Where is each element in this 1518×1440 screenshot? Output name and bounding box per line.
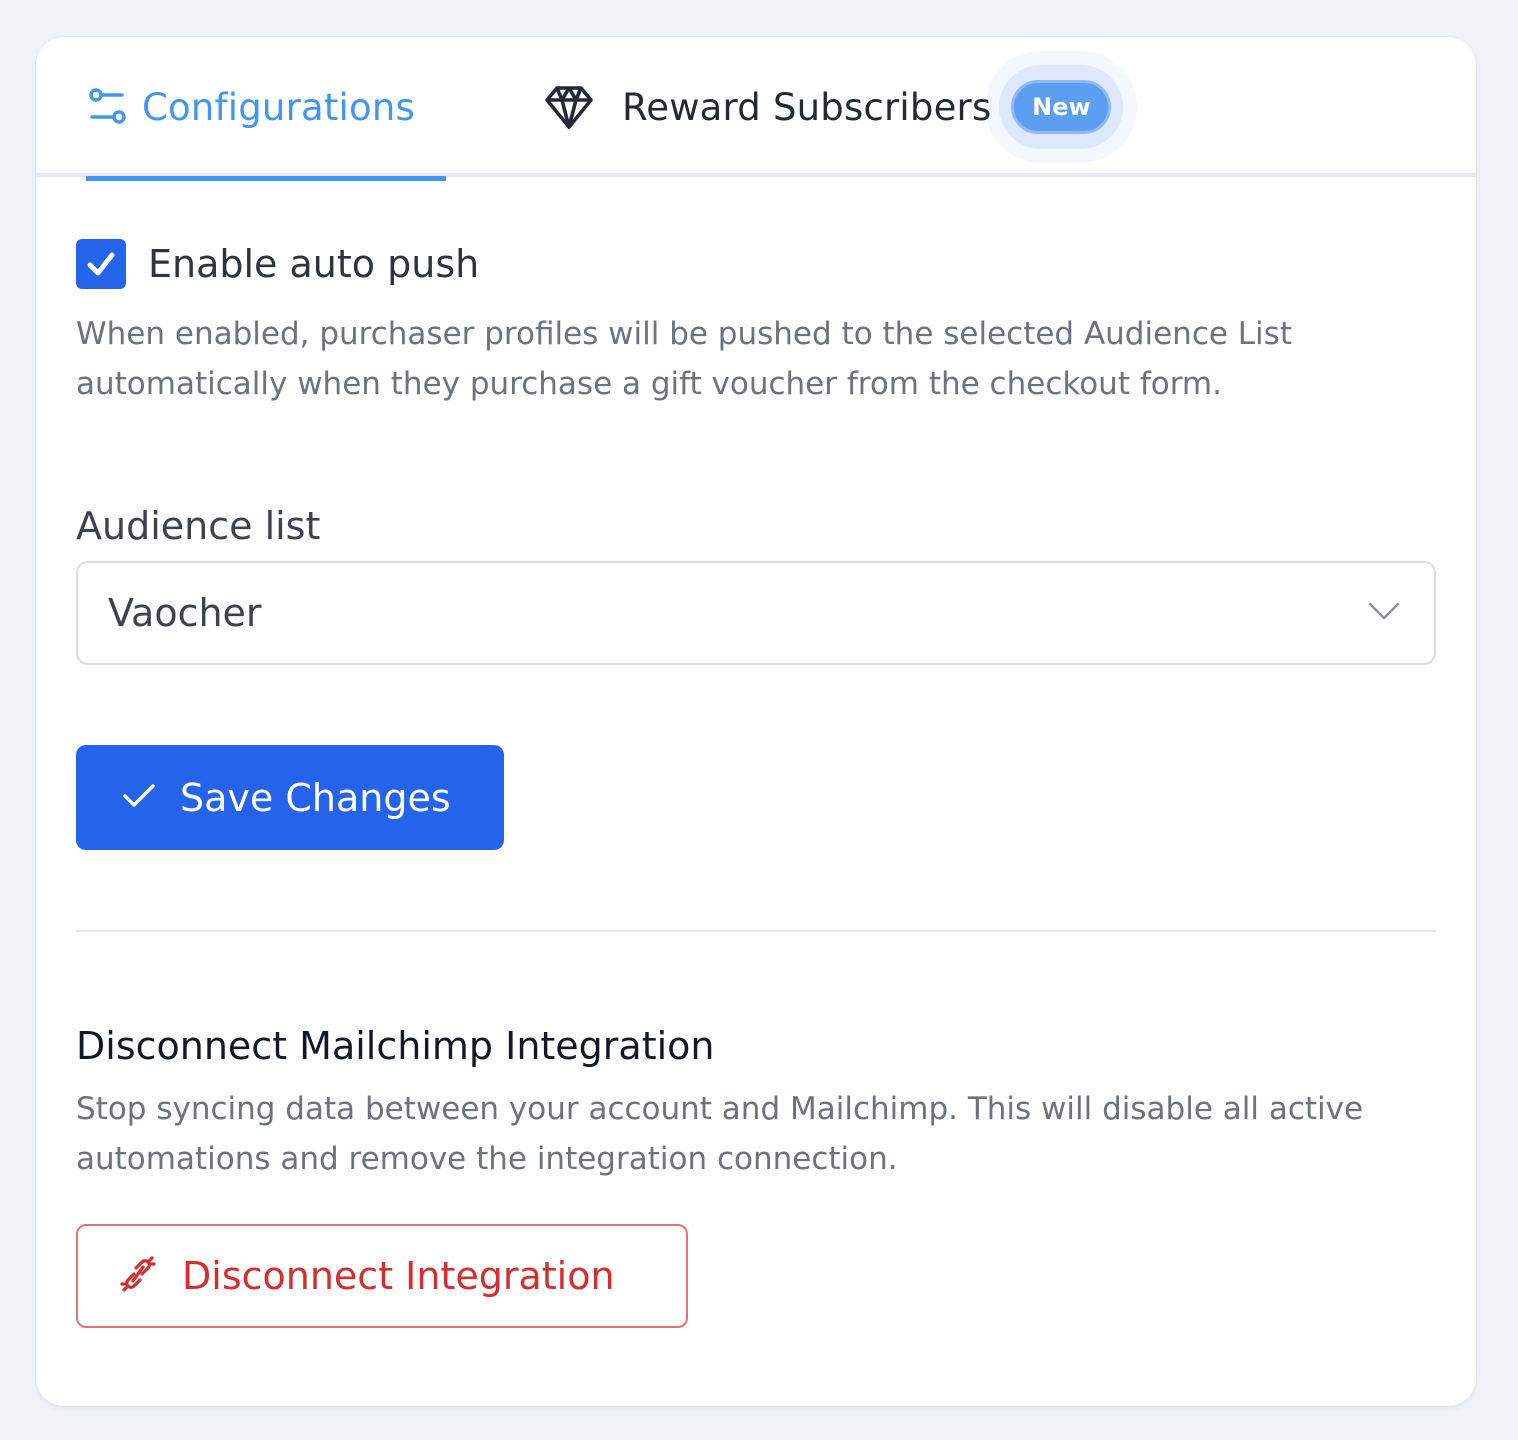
auto-push-checkbox[interactable] bbox=[76, 239, 126, 289]
sliders-icon bbox=[86, 85, 130, 129]
auto-push-label[interactable]: Enable auto push bbox=[148, 242, 479, 286]
section-divider bbox=[76, 930, 1436, 932]
save-changes-button[interactable]: Save Changes bbox=[76, 745, 504, 850]
audience-list-label: Audience list bbox=[76, 504, 321, 548]
disconnect-integration-button[interactable]: Disconnect Integration bbox=[76, 1224, 688, 1328]
active-tab-indicator bbox=[86, 176, 446, 181]
tab-reward-subscribers-label: Reward Subscribers bbox=[622, 85, 992, 129]
audience-list-select[interactable]: Vaocher bbox=[76, 561, 1436, 665]
disconnect-integration-label: Disconnect Integration bbox=[182, 1254, 615, 1298]
new-badge: New bbox=[1011, 80, 1112, 134]
checkmark-icon bbox=[87, 252, 115, 276]
tab-reward-subscribers[interactable]: Reward Subscribers New bbox=[544, 37, 1138, 177]
diamond-icon bbox=[544, 84, 594, 130]
disconnect-section-title: Disconnect Mailchimp Integration bbox=[76, 1024, 715, 1068]
chevron-down-icon bbox=[1368, 601, 1400, 625]
disconnect-section-description: Stop syncing data between your account a… bbox=[76, 1091, 1364, 1177]
tab-bar: Configurations Reward Subscribers New bbox=[36, 37, 1476, 181]
unlink-icon bbox=[118, 1254, 158, 1298]
new-badge-wrapper: New bbox=[985, 51, 1138, 163]
save-changes-label: Save Changes bbox=[180, 775, 451, 820]
check-icon bbox=[122, 782, 156, 814]
tab-configurations[interactable]: Configurations bbox=[86, 37, 446, 181]
integration-settings-card: Configurations Reward Subscribers New En… bbox=[36, 37, 1476, 1406]
auto-push-row: Enable auto push bbox=[76, 237, 1436, 291]
tab-configurations-label: Configurations bbox=[142, 85, 416, 129]
configuration-panel: Enable auto push When enabled, purchaser… bbox=[76, 237, 1436, 1328]
audience-list-value: Vaocher bbox=[108, 591, 262, 635]
auto-push-help-text: When enabled, purchaser profiles will be… bbox=[76, 316, 1292, 402]
